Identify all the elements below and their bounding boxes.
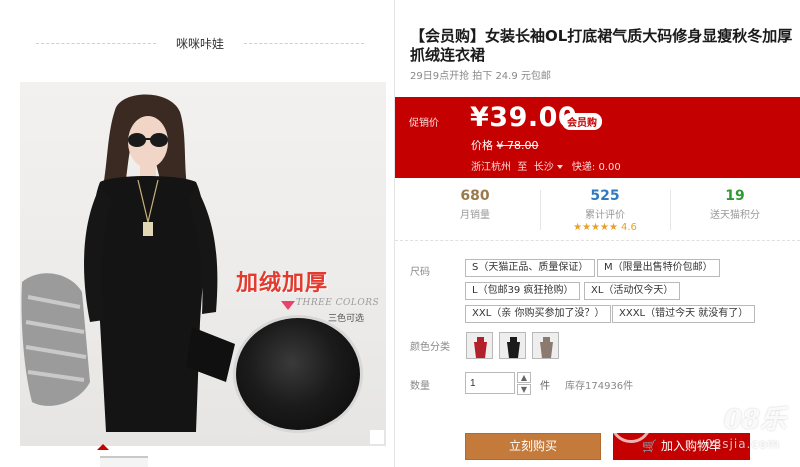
price-label: 促销价	[409, 118, 439, 129]
stat-value: 680	[460, 188, 490, 204]
stat-monthly-sales: 680 月销量	[410, 184, 540, 221]
stat-value: 525	[590, 188, 620, 204]
ship-delivery: 快递: 0.00	[571, 162, 621, 173]
product-subtitle: 29日9点开抢 拍下 24.9 元包邮	[410, 71, 551, 82]
shipping-info: 浙江杭州 至 长沙 快递: 0.00	[471, 158, 621, 173]
ship-to: 至	[517, 162, 528, 173]
size-label: 尺码	[410, 267, 430, 278]
stat-label: 送天猫积分	[710, 210, 760, 221]
color-swatch-gray[interactable]	[532, 332, 559, 359]
original-price-label: 价格	[471, 139, 493, 152]
quantity-unit: 件	[540, 381, 550, 392]
watermark-text: 08乐	[723, 405, 786, 435]
swatch-image	[500, 333, 525, 358]
member-badge: 会员购	[562, 113, 602, 130]
color-label: 颜色分类	[410, 342, 450, 353]
ship-origin: 浙江杭州	[471, 162, 511, 173]
size-option[interactable]: XXL（亲 你购买参加了没？）	[465, 305, 612, 323]
stat-reviews[interactable]: 525 累计评价 ★★★★★ 4.6	[540, 184, 670, 233]
color-swatch-red[interactable]	[466, 332, 493, 359]
thumbnail-active[interactable]	[100, 456, 148, 467]
stat-points: 19 送天猫积分	[670, 184, 800, 221]
shop-header: 咪咪咔娃	[36, 34, 364, 54]
chevron-down-icon[interactable]	[556, 164, 563, 169]
stat-value: 19	[725, 188, 745, 204]
fabric-closeup	[236, 318, 360, 430]
divider	[244, 43, 364, 44]
price-panel: 促销价 ¥39.00 会员购 价格 ¥ 78.00 浙江杭州 至 长沙 快递: …	[395, 97, 800, 178]
quantity-decrease-button[interactable]: ▼	[517, 384, 531, 395]
triangle-icon	[281, 301, 295, 310]
site-watermark: 08乐 08sjia.com	[597, 395, 792, 465]
swatch-image	[467, 333, 492, 358]
thumbnail-pointer-icon	[97, 444, 109, 450]
star-icons: ★★★★★	[573, 222, 618, 233]
image-colors-en: THREE COLORS	[296, 298, 380, 308]
rating-stars: ★★★★★ 4.6	[540, 222, 670, 233]
rating-score: 4.6	[620, 222, 637, 233]
buy-now-button[interactable]: 立刻购买	[465, 433, 601, 460]
ship-destination[interactable]: 长沙	[534, 162, 554, 173]
thumbnail-strip	[20, 448, 386, 467]
original-price: 价格 ¥ 78.00	[471, 137, 539, 153]
quantity-input[interactable]	[465, 372, 515, 394]
image-colors-cn: 三色可选	[328, 314, 365, 324]
product-title: 【会员购】女装长袖OL打底裙气质大码修身显瘦秋冬加厚抓绒连衣裙	[410, 27, 793, 64]
image-corner-tab	[370, 430, 384, 444]
quantity-increase-button[interactable]: ▲	[517, 372, 531, 383]
size-option[interactable]: M（限量出售特价包邮）	[597, 259, 720, 277]
divider	[395, 240, 800, 241]
stat-label: 累计评价	[585, 210, 625, 221]
image-promo-text: 加绒加厚	[236, 270, 329, 296]
size-option[interactable]: S（天猫正品、质量保证）	[465, 259, 596, 277]
swatch-image	[533, 333, 558, 358]
promo-price: ¥39.00	[470, 102, 578, 133]
color-swatch-black[interactable]	[499, 332, 526, 359]
size-option[interactable]: L（包邮39 疯狂抢购）	[465, 282, 581, 300]
sales-stats: 680 月销量 525 累计评价 ★★★★★ 4.6 19 送天猫积分	[410, 184, 800, 238]
stat-label: 月销量	[460, 210, 490, 221]
size-option[interactable]: XXXL（错过今天 就没有了）	[612, 305, 756, 323]
quantity-label: 数量	[410, 381, 430, 392]
original-price-value: ¥ 78.00	[496, 139, 539, 152]
size-option[interactable]: XL（活动仅今天）	[584, 282, 681, 300]
stock-count: 库存174936件	[565, 381, 634, 392]
watermark-url: 08sjia.com	[705, 437, 780, 451]
watermark-logo-icon	[610, 401, 652, 443]
gallery-panel: 咪咪咔娃 加绒加厚 THREE COLORS 三色可选	[0, 0, 395, 467]
